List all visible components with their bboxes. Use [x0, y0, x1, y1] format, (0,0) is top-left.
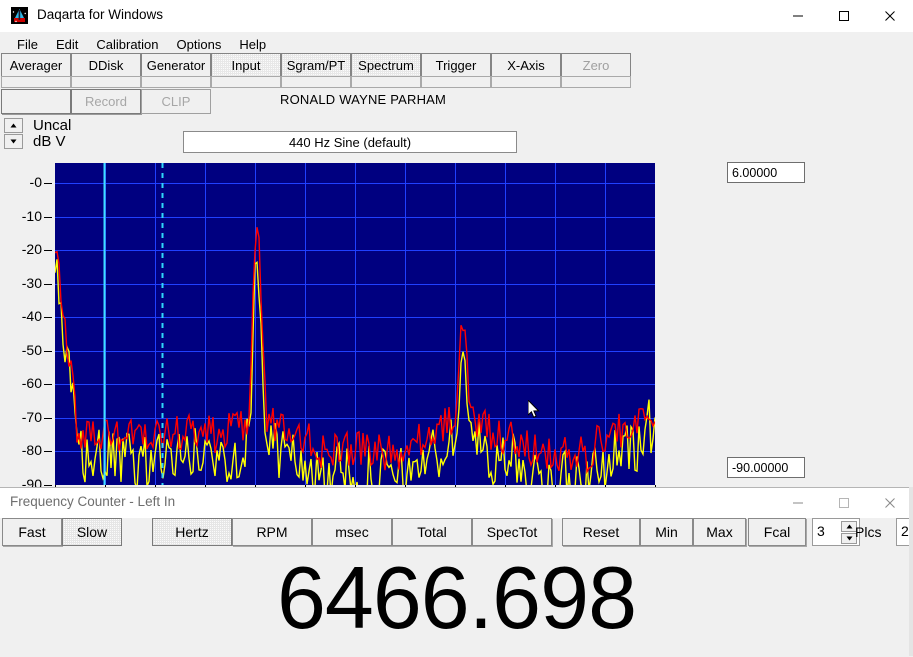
- tab-underline-cell: [491, 76, 561, 88]
- y-axis-tick-mark: [44, 451, 52, 453]
- y-scale-spinner[interactable]: [4, 118, 23, 150]
- record-row: Record CLIP RONALD WAYNE PARHAM: [0, 89, 913, 114]
- fc-button-fcal[interactable]: Fcal: [748, 518, 806, 546]
- frequency-counter-button-bar: Fast Slow Hertz RPM msec Total SpecTot R…: [0, 518, 913, 548]
- y-axis-tick-label: -0: [29, 174, 42, 191]
- menu-item-file[interactable]: File: [8, 35, 47, 54]
- frequency-counter-title: Frequency Counter - Left In: [10, 494, 176, 509]
- tab-spectrum[interactable]: Spectrum: [351, 53, 421, 77]
- y-axis-tick-mark: [44, 216, 52, 218]
- frequency-counter-window: Frequency Counter - Left In Fast Slow He…: [0, 487, 913, 657]
- fc-button-min[interactable]: Min: [640, 518, 693, 546]
- places-stepper[interactable]: 3: [812, 518, 860, 546]
- y-axis-tick-mark: [44, 417, 52, 419]
- menu-bar: File Edit Calibration Options Help: [0, 33, 913, 55]
- fc-minimize-button[interactable]: [775, 488, 821, 518]
- right-edge-strip: [909, 487, 913, 656]
- daqarta-app-icon: [11, 7, 28, 24]
- menu-item-calibration[interactable]: Calibration: [87, 35, 167, 54]
- y-axis-tick-mark: [44, 250, 52, 252]
- spectrum-plot[interactable]: [55, 163, 655, 485]
- y-axis-tick-mark: [44, 384, 52, 386]
- fc-button-msec[interactable]: msec: [312, 518, 392, 546]
- y-axis-tick-label: -70: [21, 408, 42, 425]
- tab-underline-cell: [211, 76, 281, 88]
- spinner-down-icon[interactable]: [4, 134, 23, 149]
- y-axis-tick-label: -50: [21, 341, 42, 358]
- y-axis-bottom-value-field[interactable]: -90.00000: [727, 457, 805, 478]
- license-owner-name: RONALD WAYNE PARHAM: [280, 92, 447, 107]
- menu-item-edit[interactable]: Edit: [47, 35, 87, 54]
- y-axis-tick-label: -30: [21, 274, 42, 291]
- window-controls: [775, 0, 913, 32]
- fc-button-rpm[interactable]: RPM: [232, 518, 312, 546]
- y-axis-tick-label: -80: [21, 442, 42, 459]
- y-axis-units: dB V: [33, 133, 66, 150]
- tab-underline-row: [0, 76, 913, 88]
- close-button[interactable]: [867, 0, 913, 32]
- y-axis-tick-label: -10: [21, 207, 42, 224]
- tab-zero: Zero: [561, 53, 631, 77]
- y-axis-cal-state: Uncal: [33, 117, 72, 134]
- tab-underline-cell: [141, 76, 211, 88]
- tab-underline-cell: [421, 76, 491, 88]
- fc-button-spectot[interactable]: SpecTot: [472, 518, 552, 546]
- blank-button[interactable]: [1, 89, 71, 114]
- record-button[interactable]: Record: [71, 89, 141, 114]
- tab-sgram-pt[interactable]: Sgram/PT: [281, 53, 351, 77]
- tab-generator[interactable]: Generator: [141, 53, 211, 77]
- fc-button-slow[interactable]: Slow: [62, 518, 122, 546]
- y-axis-top-value-field[interactable]: 6.00000: [727, 162, 805, 183]
- tab-trigger[interactable]: Trigger: [421, 53, 491, 77]
- fc-button-reset[interactable]: Reset: [562, 518, 640, 546]
- y-axis-units-label: Uncal dB V: [33, 118, 71, 150]
- daqarta-window: Daqarta for Windows File Edit Calibratio…: [0, 0, 913, 657]
- fc-button-max[interactable]: Max: [693, 518, 746, 546]
- tab-underline-cell: [561, 76, 631, 88]
- y-axis-tick-mark: [44, 183, 52, 185]
- menu-item-options[interactable]: Options: [168, 35, 231, 54]
- window-title: Daqarta for Windows: [37, 7, 164, 22]
- places-value[interactable]: 3: [817, 523, 825, 539]
- fc-button-total[interactable]: Total: [392, 518, 472, 546]
- y-axis-tick-mark: [44, 350, 52, 352]
- fc-maximize-button[interactable]: [821, 488, 867, 518]
- tab-underline-cell: [351, 76, 421, 88]
- fc-close-button[interactable]: [867, 488, 913, 518]
- fc-button-hertz[interactable]: Hertz: [152, 518, 232, 546]
- generator-title-box[interactable]: 440 Hz Sine (default): [183, 131, 517, 153]
- spinner-up-icon[interactable]: [4, 118, 23, 133]
- fc-button-fast[interactable]: Fast: [2, 518, 62, 546]
- y-axis-tick-mark: [44, 283, 52, 285]
- clip-indicator[interactable]: CLIP: [141, 89, 211, 114]
- places-label: Plcs: [855, 524, 882, 540]
- spectrum-canvas[interactable]: [55, 163, 655, 485]
- y-axis-tick-label: -40: [21, 308, 42, 325]
- tab-averager[interactable]: Averager: [1, 53, 71, 77]
- main-tab-strip: Averager DDisk Generator Input Sgram/PT …: [0, 53, 913, 77]
- frequency-counter-window-controls: [775, 488, 913, 518]
- y-axis-tick-label: -60: [21, 375, 42, 392]
- frequency-counter-title-bar: Frequency Counter - Left In: [0, 488, 913, 518]
- tab-x-axis[interactable]: X-Axis: [491, 53, 561, 77]
- frequency-reading: 6466.698: [276, 548, 637, 647]
- y-axis-tick-mark: [44, 317, 52, 319]
- menu-item-help[interactable]: Help: [230, 35, 275, 54]
- maximize-button[interactable]: [821, 0, 867, 32]
- tab-underline-cell: [1, 76, 71, 88]
- title-bar: Daqarta for Windows: [0, 0, 913, 33]
- extra-value[interactable]: 2: [901, 523, 909, 539]
- tab-underline-cell: [281, 76, 351, 88]
- y-axis-tick-mark: [44, 485, 52, 486]
- tab-input[interactable]: Input: [211, 53, 281, 77]
- tab-ddisk[interactable]: DDisk: [71, 53, 141, 77]
- tab-underline-cell: [71, 76, 141, 88]
- y-axis-labels: -0 -10 -20 -30 -40 -50 -60 -70 -80 -90: [0, 163, 52, 492]
- y-axis-tick-label: -20: [21, 241, 42, 258]
- minimize-button[interactable]: [775, 0, 821, 32]
